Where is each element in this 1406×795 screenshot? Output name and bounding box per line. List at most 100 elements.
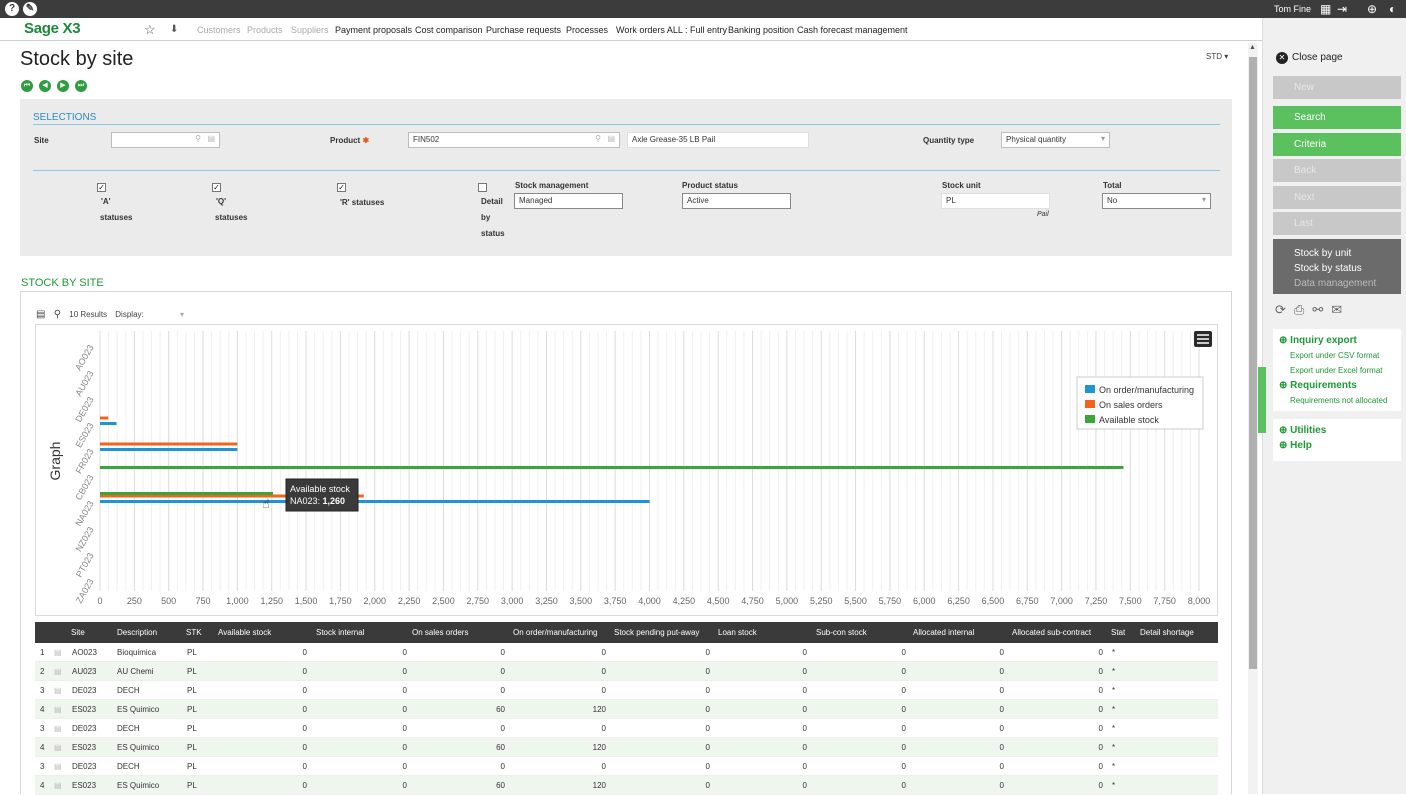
- nav-item-payment-proposals[interactable]: Payment proposals: [335, 25, 412, 35]
- column-header[interactable]: Allocated sub-contract: [1012, 628, 1091, 637]
- row-detail-icon[interactable]: ▤: [54, 724, 62, 733]
- nav-item-work-orders[interactable]: Work orders ALL : Full entry: [616, 25, 727, 35]
- x-tick-label: 500: [161, 596, 176, 606]
- settings-icon[interactable]: ✎: [23, 2, 37, 16]
- row-detail-icon[interactable]: ▤: [54, 686, 62, 695]
- stock-by-status-link[interactable]: Stock by status: [1294, 261, 1401, 276]
- requirements-section[interactable]: ⊕ Requirements: [1279, 378, 1401, 393]
- column-header[interactable]: On sales orders: [412, 628, 468, 637]
- inquiry-export-section[interactable]: ⊕ Inquiry export: [1279, 333, 1401, 348]
- row-detail-icon[interactable]: ▤: [54, 705, 62, 714]
- column-header[interactable]: Allocated internal: [913, 628, 974, 637]
- chevron-down-icon[interactable]: ⬇: [170, 24, 178, 35]
- a-statuses-checkbox[interactable]: ✓: [97, 183, 106, 192]
- close-page-button[interactable]: ✕ Close page: [1276, 52, 1343, 64]
- q-statuses-checkbox[interactable]: ✓: [212, 183, 221, 192]
- data-management-link[interactable]: Data management: [1294, 276, 1401, 291]
- row-detail-icon[interactable]: ▤: [54, 648, 62, 657]
- table-row[interactable]: 3 ▤ DE023 DECH PL 0 0 0 0 0 0 0 0 0 *: [35, 757, 1218, 776]
- search-icon[interactable]: ⚲: [195, 134, 201, 143]
- nav-item-suppliers[interactable]: Suppliers: [291, 25, 329, 35]
- scroll-up-icon[interactable]: ▲: [1249, 44, 1256, 51]
- sage-icon[interactable]: ◐: [1389, 2, 1396, 16]
- std-selector[interactable]: STD ▾: [1206, 52, 1228, 61]
- export-csv-link[interactable]: Export under CSV format: [1279, 348, 1401, 363]
- search-icon[interactable]: ⚲: [595, 134, 601, 143]
- table-row[interactable]: 4 ▤ ES023 ES Quimico PL 0 0 60 120 0 0 0 0 0 *: [35, 700, 1218, 719]
- next-button[interactable]: Next: [1273, 186, 1401, 209]
- next-record-icon[interactable]: ▶: [57, 80, 69, 92]
- print-icon[interactable]: ⎙: [1294, 302, 1304, 317]
- nav-item-customers[interactable]: Customers: [197, 25, 241, 35]
- column-header[interactable]: Site: [71, 628, 85, 637]
- nav-item-processes[interactable]: Processes: [566, 25, 608, 35]
- stock-by-unit-link[interactable]: Stock by unit: [1294, 246, 1401, 261]
- utilities-section[interactable]: ⊕ Utilities: [1279, 423, 1401, 438]
- app-logo[interactable]: Sage X3: [24, 20, 81, 37]
- first-record-icon[interactable]: ⏮: [21, 80, 33, 92]
- nav-item-products[interactable]: Products: [247, 25, 283, 35]
- refresh-icon[interactable]: ⟳: [1275, 302, 1286, 317]
- table-row[interactable]: 1 ▤ AO023 Bioquimica PL 0 0 0 0 0 0 0 0 0 *: [35, 643, 1218, 662]
- comment-icon[interactable]: ✉: [1331, 302, 1342, 317]
- column-header[interactable]: Stock internal: [316, 628, 364, 637]
- x-tick-label: 3,250: [535, 596, 558, 606]
- nav-item-cash-forecast[interactable]: Cash forecast management: [797, 25, 908, 35]
- nav-item-cost-comparison[interactable]: Cost comparison: [415, 25, 483, 35]
- column-header[interactable]: Stat: [1111, 628, 1125, 637]
- r-statuses-checkbox[interactable]: ✓: [337, 183, 346, 192]
- x-tick-label: 2,250: [398, 596, 421, 606]
- column-header[interactable]: Available stock: [218, 628, 271, 637]
- nav-item-banking-position[interactable]: Banking position: [728, 25, 794, 35]
- table-row[interactable]: 2 ▤ AU023 AU Chemi PL 0 0 0 0 0 0 0 0 0 *: [35, 662, 1218, 681]
- globe-icon[interactable]: ⊕: [1367, 2, 1377, 16]
- back-button[interactable]: Back: [1273, 159, 1401, 182]
- lookup-icon[interactable]: ▤: [607, 134, 615, 143]
- star-icon[interactable]: ☆: [144, 22, 156, 38]
- table-row[interactable]: 4 ▤ ES023 ES Quimico PL 0 0 60 120 0 0 0 0 0 *: [35, 776, 1218, 795]
- table-row[interactable]: 3 ▤ DE023 DECH PL 0 0 0 0 0 0 0 0 0 *: [35, 681, 1218, 700]
- column-header[interactable]: Detail shortage: [1140, 628, 1194, 637]
- vertical-scrollbar[interactable]: ▲: [1248, 43, 1258, 794]
- total-select[interactable]: No: [1102, 193, 1211, 209]
- product-field[interactable]: FIN502 ⚲ ▤: [408, 132, 620, 148]
- row-detail-icon[interactable]: ▤: [54, 781, 62, 790]
- export-excel-link[interactable]: Export under Excel format: [1279, 363, 1401, 378]
- cell-description: DECH: [117, 724, 140, 733]
- scrollbar-thumb[interactable]: [1249, 57, 1257, 669]
- column-header[interactable]: Description: [117, 628, 157, 637]
- site-field[interactable]: ⚲ ▤: [111, 132, 220, 148]
- row-detail-icon[interactable]: ▤: [54, 743, 62, 752]
- user-name[interactable]: Tom Fine: [1274, 4, 1311, 14]
- detail-by-status-checkbox[interactable]: [478, 183, 487, 192]
- table-view-icon[interactable]: ▤: [36, 309, 45, 320]
- previous-record-icon[interactable]: ◀: [39, 80, 51, 92]
- chart-menu-icon[interactable]: [1194, 331, 1212, 347]
- nav-item-purchase-requests[interactable]: Purchase requests: [486, 25, 561, 35]
- attachment-icon[interactable]: ⚯: [1312, 302, 1323, 317]
- new-button[interactable]: New: [1273, 76, 1401, 99]
- panel-toggle-tab[interactable]: [1258, 367, 1266, 433]
- criteria-button[interactable]: Criteria: [1273, 133, 1401, 156]
- column-header[interactable]: Sub-con stock: [816, 628, 867, 637]
- last-record-icon[interactable]: ⏭: [75, 80, 87, 92]
- column-header[interactable]: Loan stock: [718, 628, 757, 637]
- column-header[interactable]: On order/manufacturing: [513, 628, 598, 637]
- row-detail-icon[interactable]: ▤: [54, 762, 62, 771]
- table-row[interactable]: 4 ▤ ES023 ES Quimico PL 0 0 60 120 0 0 0 0 0 *: [35, 738, 1218, 757]
- search-button[interactable]: Search: [1273, 106, 1401, 129]
- requirements-not-allocated-link[interactable]: Requirements not allocated: [1279, 393, 1401, 408]
- help-section[interactable]: ⊕ Help: [1279, 438, 1401, 453]
- quantity-type-select[interactable]: Physical quantity: [1001, 132, 1110, 148]
- last-button[interactable]: Last: [1273, 212, 1401, 235]
- cell-value: 0: [705, 724, 710, 733]
- help-icon[interactable]: ?: [5, 2, 19, 16]
- column-header[interactable]: STK: [186, 628, 202, 637]
- display-select[interactable]: ▾: [180, 310, 184, 319]
- column-header[interactable]: Stock pending put-away: [614, 628, 699, 637]
- table-row[interactable]: 3 ▤ DE023 DECH PL 0 0 0 0 0 0 0 0 0 *: [35, 719, 1218, 738]
- lookup-icon[interactable]: ▤: [207, 134, 215, 143]
- row-detail-icon[interactable]: ▤: [54, 667, 62, 676]
- logout-icon[interactable]: ⇥: [1337, 2, 1347, 16]
- search-icon[interactable]: ⚲: [54, 309, 61, 320]
